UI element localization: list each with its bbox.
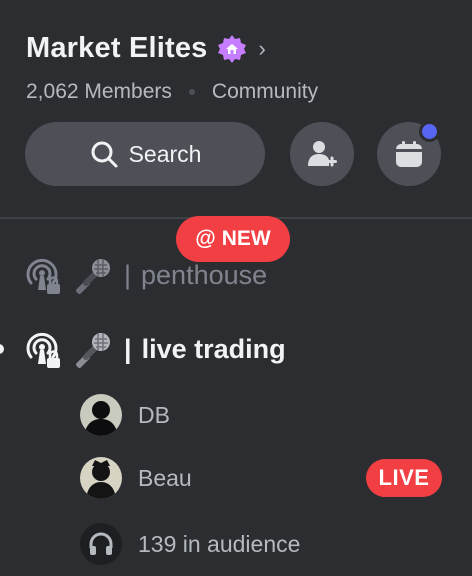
microphone-icon (76, 333, 110, 368)
participant-beau[interactable]: Beau (80, 457, 192, 499)
silhouette-icon (84, 401, 118, 436)
search-button[interactable]: Search (25, 122, 265, 186)
audience-icon-wrap (80, 523, 122, 565)
silhouette-icon (86, 460, 116, 499)
chevron-right-icon[interactable]: › (259, 37, 266, 60)
stage-icon (26, 332, 60, 368)
server-name[interactable]: Market Elites (26, 32, 208, 65)
channel-label: penthouse (141, 259, 268, 290)
boost-icon (217, 34, 246, 63)
channel-separator: | (124, 333, 132, 364)
calendar-icon (396, 141, 422, 167)
avatar (80, 457, 122, 499)
server-meta: 2,062 Members Community (26, 80, 318, 104)
participant-db[interactable]: DB (80, 394, 170, 436)
live-badge: LIVE (366, 459, 442, 497)
add-user-icon (308, 141, 337, 167)
channel-label: live trading (141, 333, 286, 364)
mention-at-icon: @ (195, 227, 216, 250)
microphone-icon (76, 259, 110, 294)
search-label: Search (128, 140, 202, 167)
participant-name: Beau (138, 464, 192, 491)
events-button[interactable] (377, 121, 441, 186)
invite-button[interactable] (290, 122, 354, 186)
participant-name: DB (138, 401, 170, 428)
channel-penthouse[interactable]: | penthouse (24, 254, 267, 296)
unread-indicator (0, 344, 4, 354)
notification-dot (419, 121, 440, 142)
channel-separator: | (124, 259, 132, 290)
audience-count: 139 in audience (138, 530, 301, 557)
new-label: NEW (221, 227, 271, 250)
member-count: 2,062 Members (26, 80, 172, 103)
headphones-icon (89, 532, 113, 555)
audience-row[interactable]: 139 in audience (80, 523, 300, 565)
server-header[interactable]: Market Elites › (26, 32, 266, 65)
avatar (80, 394, 122, 436)
channel-live-trading[interactable]: | live trading (24, 328, 286, 370)
server-type: Community (211, 80, 319, 103)
meta-separator (188, 89, 195, 95)
stage-icon (26, 258, 60, 294)
search-icon (91, 141, 118, 168)
